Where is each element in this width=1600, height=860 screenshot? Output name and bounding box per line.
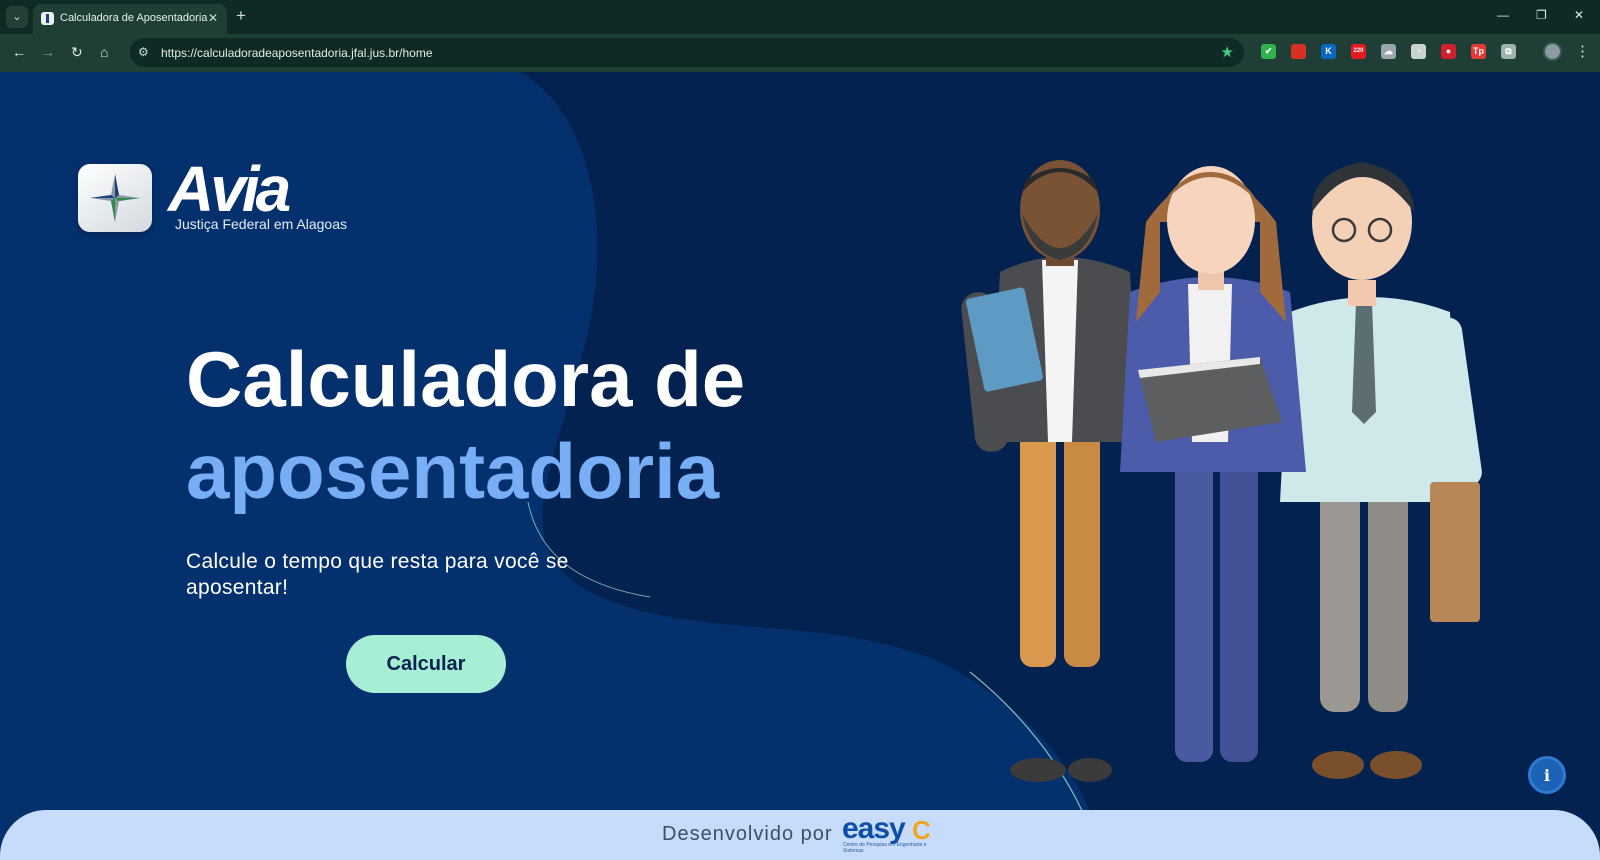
cloud-extension-icon[interactable]: ☁ (1381, 44, 1396, 59)
bookmark-star-icon[interactable]: ★ (1221, 43, 1234, 61)
hero-title-line1: Calculadora de (186, 335, 746, 423)
tab-search-chevron-icon[interactable]: ⌄ (6, 6, 28, 28)
forward-arrow-icon[interactable]: → (41, 44, 55, 60)
footer-developed-by: Desenvolvido por (662, 823, 833, 845)
hero-title-line2: aposentadoria (186, 427, 720, 515)
check-extension-icon[interactable]: ✔ (1261, 44, 1276, 59)
logo-subtitle: Justiça Federal em Alagoas (175, 216, 347, 232)
tab-close-icon[interactable]: ✕ (208, 11, 218, 25)
profile-avatar[interactable] (1543, 42, 1562, 61)
easy-logo-mark-icon: C (912, 815, 931, 845)
hero-subtitle: Calcule o tempo que resta para você se a… (186, 550, 569, 599)
info-icon-button[interactable]: i (1528, 756, 1566, 794)
compass-star-icon (90, 174, 140, 222)
bookmark-extension-icon[interactable] (1291, 44, 1306, 59)
shield-extension-icon[interactable]: ● (1441, 44, 1456, 59)
k-extension-icon[interactable]: K (1321, 44, 1336, 59)
calcular-button[interactable]: Calcular (346, 635, 506, 693)
url-text[interactable]: https://calculadoradeaposentadoria.jfal.… (161, 46, 433, 60)
address-bar[interactable]: ⚙ https://calculadoradeaposentadoria.jfa… (130, 38, 1244, 67)
page-content: Avia Justiça Federal em Alagoas Calculad… (0, 72, 1600, 860)
puzzle-extension-icon[interactable]: ⧉ (1501, 44, 1516, 59)
man-with-briefcase-figure (1280, 162, 1482, 779)
tab-title: Calculadora de Aposentadoria (60, 12, 208, 24)
new-tab-plus-icon[interactable]: + (236, 6, 246, 26)
tp-extension-icon[interactable]: Tp (1471, 44, 1486, 59)
professionals-illustration (961, 160, 1482, 848)
browser-menu-kebab-icon[interactable]: ⋮ (1575, 42, 1590, 60)
gauge-extension-icon[interactable]: ◔ (1411, 44, 1426, 59)
active-tab[interactable]: Calculadora de Aposentadoria ✕ (33, 4, 227, 34)
site-info-icon[interactable]: ⚙ (138, 45, 149, 59)
reload-icon[interactable]: ↻ (71, 44, 83, 61)
close-window-icon[interactable]: ✕ (1574, 8, 1584, 22)
browser-tab-bar: ⌄ Calculadora de Aposentadoria ✕ + — ❐ ✕ (0, 0, 1600, 34)
calendar-extension-icon[interactable]: 220 (1351, 44, 1366, 59)
home-icon[interactable]: ⌂ (100, 44, 108, 60)
back-arrow-icon[interactable]: ← (12, 44, 26, 60)
tab-favicon-icon (41, 12, 54, 25)
easy-logo-subtitle: Centro de Pesquisa em Engenharia e Siste… (843, 842, 927, 854)
restore-window-icon[interactable]: ❐ (1536, 8, 1547, 22)
minimize-window-icon[interactable]: — (1497, 8, 1509, 22)
footer-bar: Desenvolvido por easy C Centro de Pesqui… (0, 810, 1600, 860)
avia-logo-wordmark: Avia (168, 153, 291, 225)
easy-logo-wordmark[interactable]: easy (842, 813, 906, 845)
jfal-logo-emblem (78, 164, 152, 232)
woman-with-book-figure (1120, 166, 1306, 848)
